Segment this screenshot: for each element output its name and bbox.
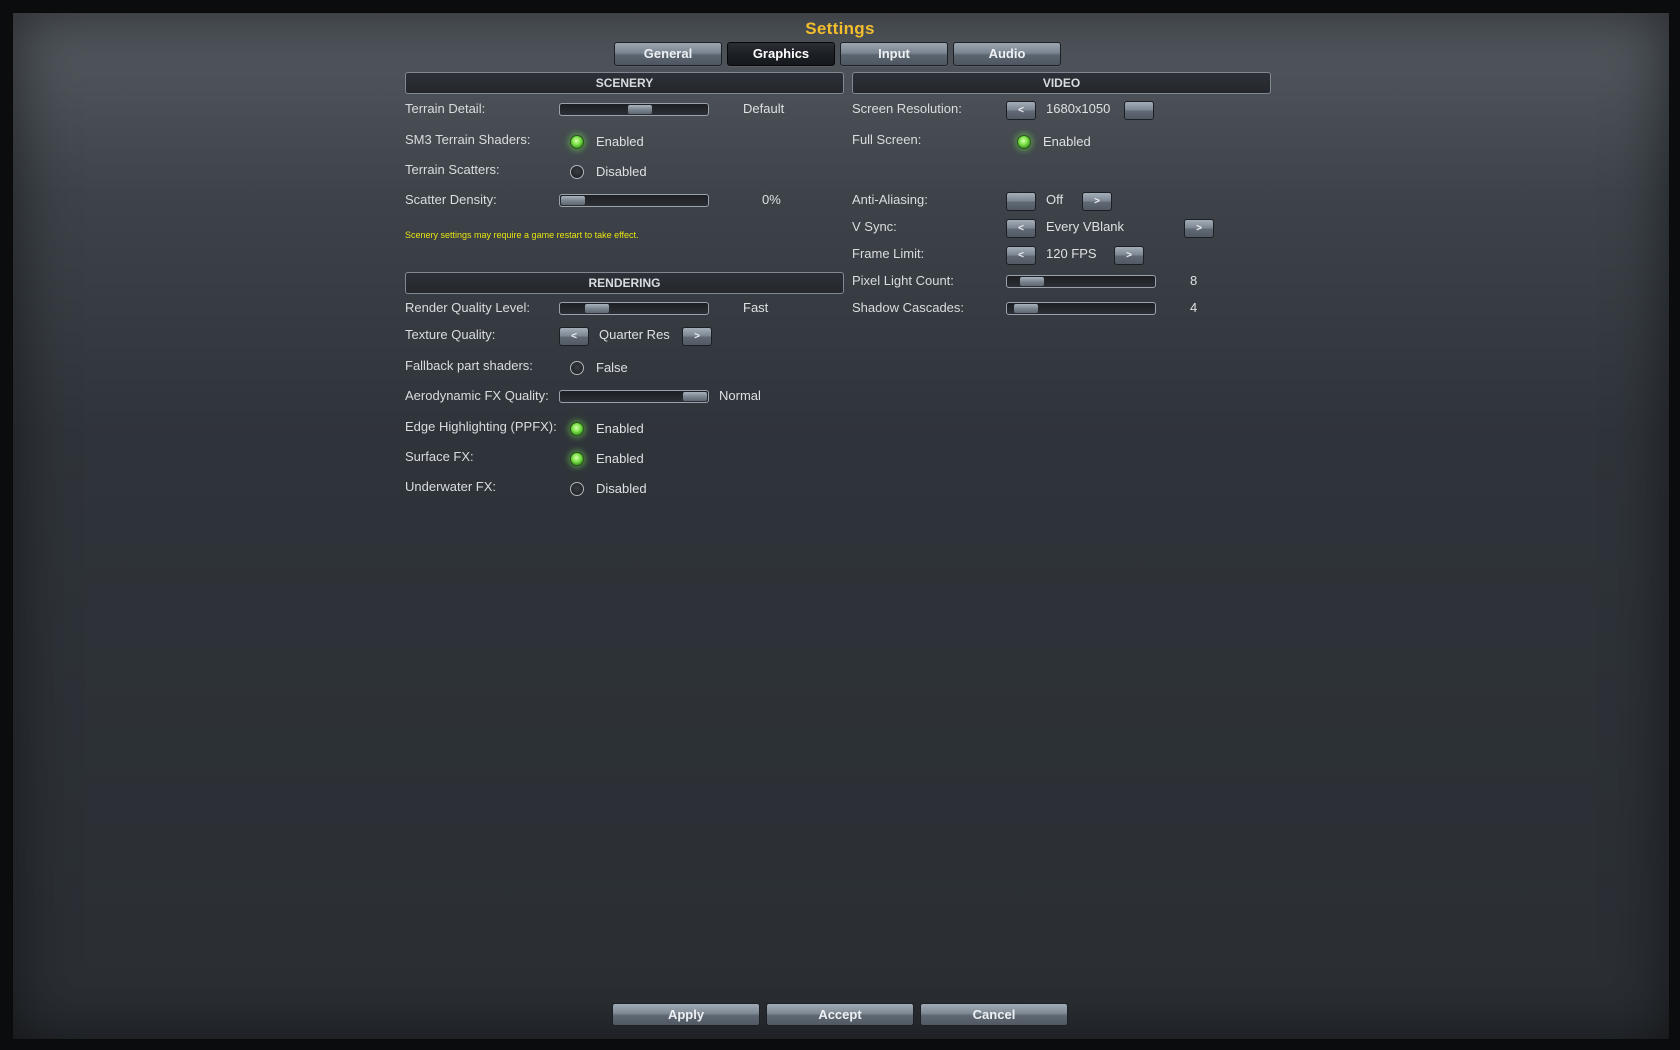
edge-highlighting-toggle-icon[interactable] — [570, 422, 584, 436]
scenery-restart-note: Scenery settings may require a game rest… — [405, 230, 639, 240]
tab-audio[interactable]: Audio — [953, 42, 1061, 66]
scenery-section-header: SCENERY — [405, 72, 844, 94]
pixel-light-count-label: Pixel Light Count: — [852, 273, 954, 288]
slider-thumb[interactable] — [1014, 304, 1039, 313]
frame-limit-prev-button[interactable]: < — [1006, 246, 1036, 265]
shadow-cascades-label: Shadow Cascades: — [852, 300, 965, 315]
terrain-detail-value: Default — [743, 101, 785, 116]
v-sync-value: Every VBlank — [1046, 219, 1125, 234]
scatter-density-slider[interactable] — [559, 194, 709, 207]
shadow-cascades-value: 4 — [1190, 300, 1198, 315]
surface-fx-value: Enabled — [596, 451, 644, 466]
page-title: Settings — [805, 19, 875, 38]
full-screen-value: Enabled — [1043, 134, 1091, 149]
shadow-cascades-slider[interactable] — [1006, 302, 1156, 315]
render-quality-slider[interactable] — [559, 302, 709, 315]
texture-quality-next-button[interactable]: > — [682, 327, 712, 346]
anti-aliasing-label: Anti-Aliasing: — [852, 192, 928, 207]
screen-resolution-value: 1680x1050 — [1046, 101, 1111, 116]
v-sync-prev-button[interactable]: < — [1006, 219, 1036, 238]
fallback-part-shaders-label: Fallback part shaders: — [405, 358, 533, 373]
terrain-scatters-label: Terrain Scatters: — [405, 162, 500, 177]
fallback-part-shaders-toggle-icon[interactable] — [570, 361, 584, 375]
sm3-terrain-shaders-label: SM3 Terrain Shaders: — [405, 132, 531, 147]
full-screen-toggle-icon[interactable] — [1017, 135, 1031, 149]
surface-fx-toggle-icon[interactable] — [570, 452, 584, 466]
pixel-light-count-slider[interactable] — [1006, 275, 1156, 288]
underwater-fx-value: Disabled — [596, 481, 647, 496]
accept-button[interactable]: Accept — [766, 1003, 914, 1026]
texture-quality-value: Quarter Res — [599, 327, 670, 342]
texture-quality-prev-button[interactable]: < — [559, 327, 589, 346]
slider-thumb[interactable] — [628, 105, 653, 114]
surface-fx-label: Surface FX: — [405, 449, 474, 464]
render-quality-value: Fast — [743, 300, 769, 315]
apply-button[interactable]: Apply — [612, 1003, 760, 1026]
anti-aliasing-next-button[interactable]: > — [1082, 192, 1112, 211]
fallback-part-shaders-value: False — [596, 360, 628, 375]
screen-resolution-prev-button[interactable]: < — [1006, 101, 1036, 120]
rendering-section-header: RENDERING — [405, 272, 844, 294]
underwater-fx-toggle-icon[interactable] — [570, 482, 584, 496]
terrain-scatters-toggle-icon[interactable] — [570, 165, 584, 179]
slider-thumb[interactable] — [585, 304, 610, 313]
edge-highlighting-value: Enabled — [596, 421, 644, 436]
screen-resolution-label: Screen Resolution: — [852, 101, 962, 116]
texture-quality-label: Texture Quality: — [405, 327, 496, 342]
render-quality-label: Render Quality Level: — [405, 300, 531, 315]
aero-fx-quality-label: Aerodynamic FX Quality: — [405, 388, 549, 403]
sm3-terrain-shaders-toggle-icon[interactable] — [570, 135, 584, 149]
underwater-fx-label: Underwater FX: — [405, 479, 497, 494]
tab-graphics[interactable]: Graphics — [727, 42, 835, 66]
cancel-button[interactable]: Cancel — [920, 1003, 1068, 1026]
frame-limit-next-button[interactable]: > — [1114, 246, 1144, 265]
slider-thumb[interactable] — [561, 196, 585, 205]
scatter-density-label: Scatter Density: — [405, 192, 497, 207]
anti-aliasing-value: Off — [1046, 192, 1064, 207]
terrain-detail-slider[interactable] — [559, 103, 709, 116]
edge-highlighting-label: Edge Highlighting (PPFX): — [405, 419, 557, 434]
scatter-density-value: 0% — [762, 192, 781, 207]
v-sync-next-button[interactable]: > — [1184, 219, 1214, 238]
aero-fx-quality-slider[interactable] — [559, 390, 709, 403]
tab-input[interactable]: Input — [840, 42, 948, 66]
screen-resolution-next-button[interactable] — [1124, 101, 1154, 120]
slider-thumb[interactable] — [683, 392, 707, 401]
terrain-scatters-value: Disabled — [596, 164, 647, 179]
full-screen-label: Full Screen: — [852, 132, 922, 147]
aero-fx-quality-value: Normal — [719, 388, 761, 403]
tab-general[interactable]: General — [614, 42, 722, 66]
frame-limit-value: 120 FPS — [1046, 246, 1097, 261]
terrain-detail-label: Terrain Detail: — [405, 101, 486, 116]
anti-aliasing-prev-button[interactable] — [1006, 192, 1036, 211]
settings-panel — [12, 12, 1670, 1040]
slider-thumb[interactable] — [1020, 277, 1045, 286]
pixel-light-count-value: 8 — [1190, 273, 1198, 288]
video-section-header: VIDEO — [852, 72, 1271, 94]
frame-limit-label: Frame Limit: — [852, 246, 925, 261]
sm3-terrain-shaders-value: Enabled — [596, 134, 644, 149]
v-sync-label: V Sync: — [852, 219, 897, 234]
